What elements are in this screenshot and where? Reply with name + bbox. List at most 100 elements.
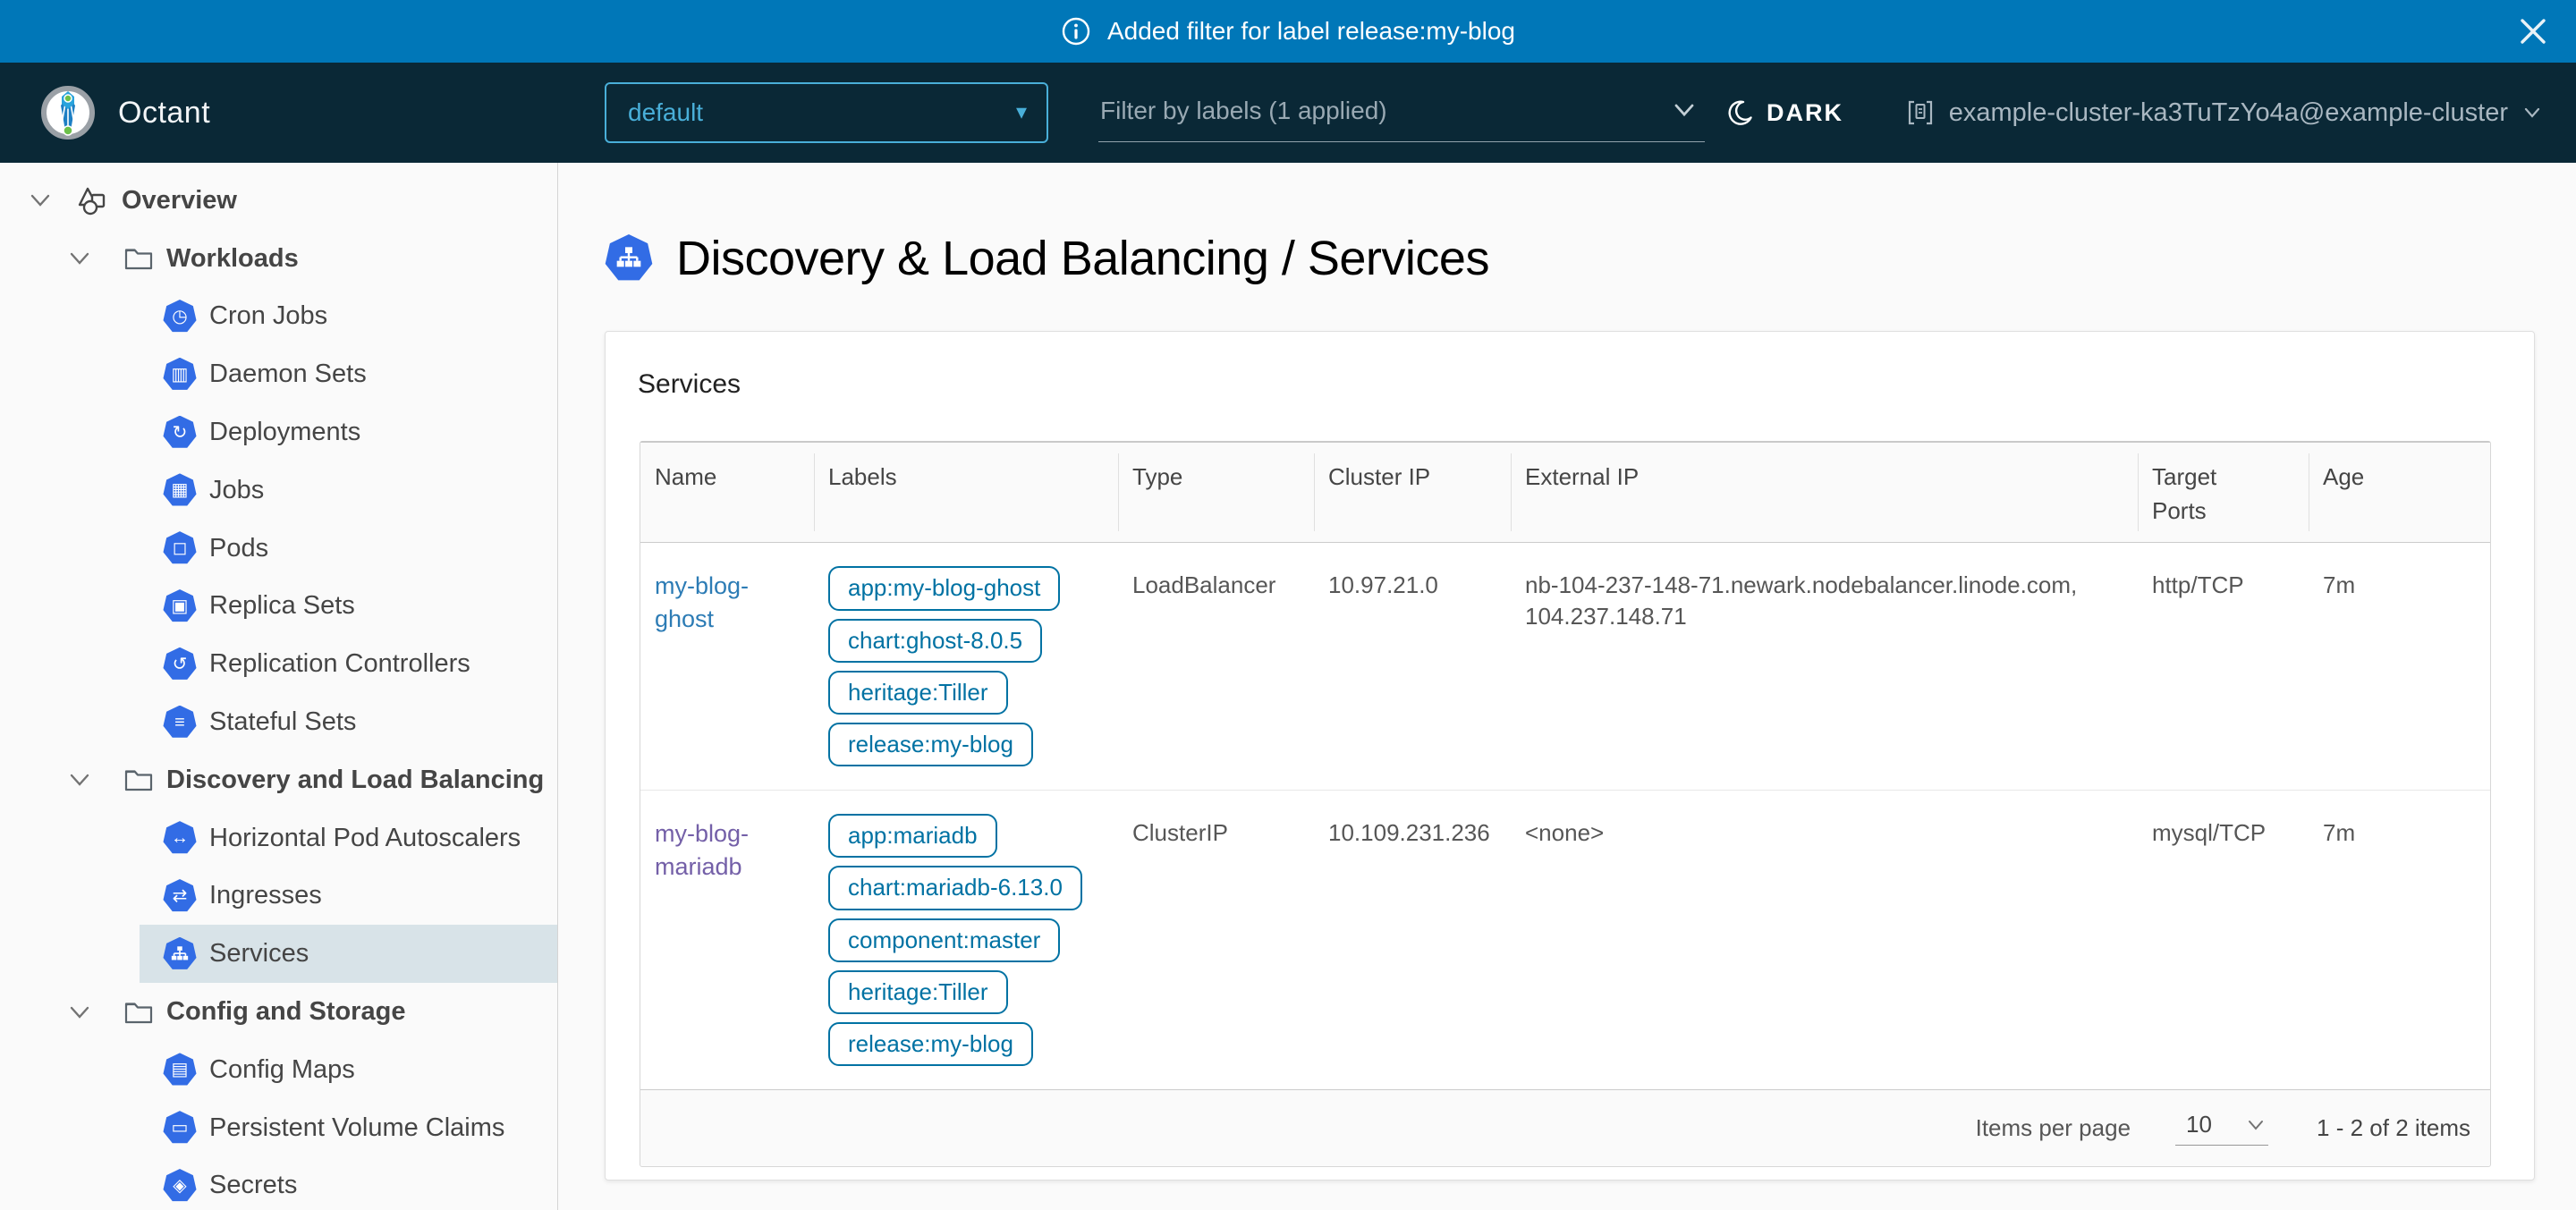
sidebar-item-label: Pods — [209, 534, 268, 563]
chevron-down-icon — [2522, 106, 2542, 120]
cluster-selector[interactable]: example-cluster-ka3TuTzYo4a@example-clus… — [1906, 97, 2542, 129]
label-pill[interactable]: app:my-blog-ghost — [828, 566, 1060, 610]
daemon-sets-icon: ▥ — [163, 358, 197, 392]
cell-external-ip: nb-104-237-148-71.newark.nodebalancer.li… — [1511, 543, 2138, 790]
persistent-volume-claims-icon: ▭ — [163, 1111, 197, 1145]
sidebar-item-label: Discovery and Load Balancing — [166, 766, 544, 795]
column-header-type: Type — [1118, 443, 1314, 542]
deployments-icon: ↻ — [163, 416, 197, 450]
sidebar-item-label: Cron Jobs — [209, 301, 327, 331]
info-icon — [1061, 16, 1091, 47]
table-row: my-blog-ghost app:my-blog-ghost chart:gh… — [640, 543, 2490, 790]
label-pill[interactable]: chart:ghost-8.0.5 — [828, 619, 1042, 663]
items-per-page-label: Items per page — [1976, 1114, 2131, 1142]
sidebar-item-label: Deployments — [209, 418, 360, 447]
sidebar-item-daemon-sets[interactable]: ▥ Daemon Sets — [0, 345, 557, 403]
cron-jobs-icon: ◷ — [163, 300, 197, 334]
sidebar-item-label: Config Maps — [209, 1055, 355, 1085]
cell-name: my-blog-ghost — [640, 543, 814, 790]
label-pill[interactable]: app:mariadb — [828, 814, 997, 858]
folder-icon — [123, 766, 154, 793]
namespace-selector[interactable]: default ▾ — [605, 82, 1048, 143]
chevron-down-icon[interactable] — [29, 193, 52, 207]
main-content: Discovery & Load Balancing / Services Se… — [558, 163, 2576, 1210]
sidebar-item-cron-jobs[interactable]: ◷ Cron Jobs — [0, 288, 557, 346]
objects-icon — [75, 183, 109, 217]
services-icon — [605, 234, 653, 283]
chevron-down-icon[interactable] — [68, 251, 91, 266]
sidebar-item-label: Horizontal Pod Autoscalers — [209, 824, 521, 853]
octant-app: Added filter for label release:my-blog O… — [0, 0, 2576, 1210]
sidebar-item-replica-sets[interactable]: ▣ Replica Sets — [0, 578, 557, 636]
moon-icon — [1725, 98, 1754, 127]
column-header-target-ports: Target Ports — [2138, 443, 2309, 542]
sidebar-item-pods[interactable]: ◻ Pods — [0, 520, 557, 578]
label-pill[interactable]: component:master — [828, 918, 1060, 962]
sidebar-group-workloads[interactable]: Workloads — [0, 230, 557, 288]
sidebar-item-label: Persistent Volume Claims — [209, 1113, 504, 1143]
theme-toggle-label: DARK — [1767, 99, 1843, 127]
label-pill[interactable]: heritage:Tiller — [828, 671, 1008, 715]
sidebar-item-persistent-volume-claims[interactable]: ▭ Persistent Volume Claims — [0, 1099, 557, 1157]
table-row: my-blog-mariadb app:mariadb chart:mariad… — [640, 790, 2490, 1089]
chevron-down-icon — [1671, 102, 1698, 120]
banner-message-wrap: Added filter for label release:my-blog — [1061, 16, 1515, 47]
sidebar-item-label: Overview — [122, 186, 237, 216]
cell-type: ClusterIP — [1118, 791, 1314, 1089]
secrets-icon: ◈ — [163, 1169, 197, 1203]
sidebar-nav: Overview Workloads ◷ Cron Jobs ▥ Daemon … — [0, 163, 558, 1210]
label-filter-dropdown[interactable]: Filter by labels (1 applied) — [1098, 83, 1705, 142]
sidebar-item-replication-controllers[interactable]: ↺ Replication Controllers — [0, 635, 557, 693]
column-header-age: Age — [2309, 443, 2490, 542]
sidebar-item-label: Replica Sets — [209, 591, 355, 621]
sidebar-item-horizontal-pod-autoscalers[interactable]: ↔ Horizontal Pod Autoscalers — [0, 809, 557, 867]
info-banner: Added filter for label release:my-blog — [0, 0, 2576, 63]
banner-close-icon[interactable] — [2517, 15, 2549, 47]
sidebar-item-config-maps[interactable]: ▤ Config Maps — [0, 1041, 557, 1099]
service-link[interactable]: my-blog-mariadb — [655, 820, 749, 879]
sidebar-item-jobs[interactable]: ▦ Jobs — [0, 461, 557, 520]
folder-icon — [123, 999, 154, 1026]
cluster-value: example-cluster-ka3TuTzYo4a@example-clus… — [1949, 98, 2508, 128]
theme-toggle-button[interactable]: DARK — [1725, 98, 1843, 127]
sidebar-item-stateful-sets[interactable]: ≡ Stateful Sets — [0, 693, 557, 751]
banner-message: Added filter for label release:my-blog — [1107, 17, 1515, 46]
cell-labels: app:mariadb chart:mariadb-6.13.0 compone… — [814, 791, 1118, 1089]
chevron-down-icon[interactable] — [68, 773, 91, 787]
stateful-sets-icon: ≡ — [163, 706, 197, 740]
replication-controllers-icon: ↺ — [163, 647, 197, 681]
services-icon — [163, 937, 197, 971]
pods-icon: ◻ — [163, 531, 197, 565]
sidebar-item-deployments[interactable]: ↻ Deployments — [0, 403, 557, 461]
jobs-icon: ▦ — [163, 473, 197, 507]
column-header-cluster-ip: Cluster IP — [1314, 443, 1511, 542]
namespace-value: default — [628, 98, 703, 127]
sidebar-item-overview[interactable]: Overview — [0, 172, 557, 230]
sidebar-item-ingresses[interactable]: ⇄ Ingresses — [0, 867, 557, 926]
label-filter-text: Filter by labels (1 applied) — [1100, 97, 1387, 125]
sidebar-group-discovery-and-load-balancing[interactable]: Discovery and Load Balancing — [0, 751, 557, 809]
sidebar-item-label: Config and Storage — [166, 997, 405, 1027]
sidebar-item-secrets[interactable]: ◈ Secrets — [0, 1157, 557, 1210]
label-pill[interactable]: release:my-blog — [828, 723, 1033, 766]
sidebar-item-label: Jobs — [209, 476, 264, 505]
label-pill[interactable]: release:my-blog — [828, 1022, 1033, 1066]
app-header: Octant default ▾ Filter by labels (1 app… — [0, 63, 2576, 163]
service-link[interactable]: my-blog-ghost — [655, 572, 749, 631]
sidebar-item-services[interactable]: Services — [0, 925, 557, 983]
page-size-value: 10 — [2186, 1111, 2212, 1138]
cell-target-ports: mysql/TCP — [2138, 791, 2309, 1089]
chevron-down-icon[interactable] — [68, 1005, 91, 1020]
replica-sets-icon: ▣ — [163, 589, 197, 623]
config-maps-icon: ▤ — [163, 1053, 197, 1087]
brand: Octant — [39, 84, 210, 141]
page-size-select[interactable]: 10 — [2175, 1111, 2268, 1146]
cell-age: 7m — [2309, 543, 2490, 790]
sidebar-item-label: Stateful Sets — [209, 707, 356, 737]
card-title: Services — [638, 369, 2534, 400]
table-header-row: Name Labels Type Cluster IP External IP … — [640, 443, 2490, 543]
sidebar-group-config-and-storage[interactable]: Config and Storage — [0, 983, 557, 1041]
label-pill[interactable]: chart:mariadb-6.13.0 — [828, 866, 1082, 910]
label-pill[interactable]: heritage:Tiller — [828, 970, 1008, 1014]
cell-name: my-blog-mariadb — [640, 791, 814, 1089]
